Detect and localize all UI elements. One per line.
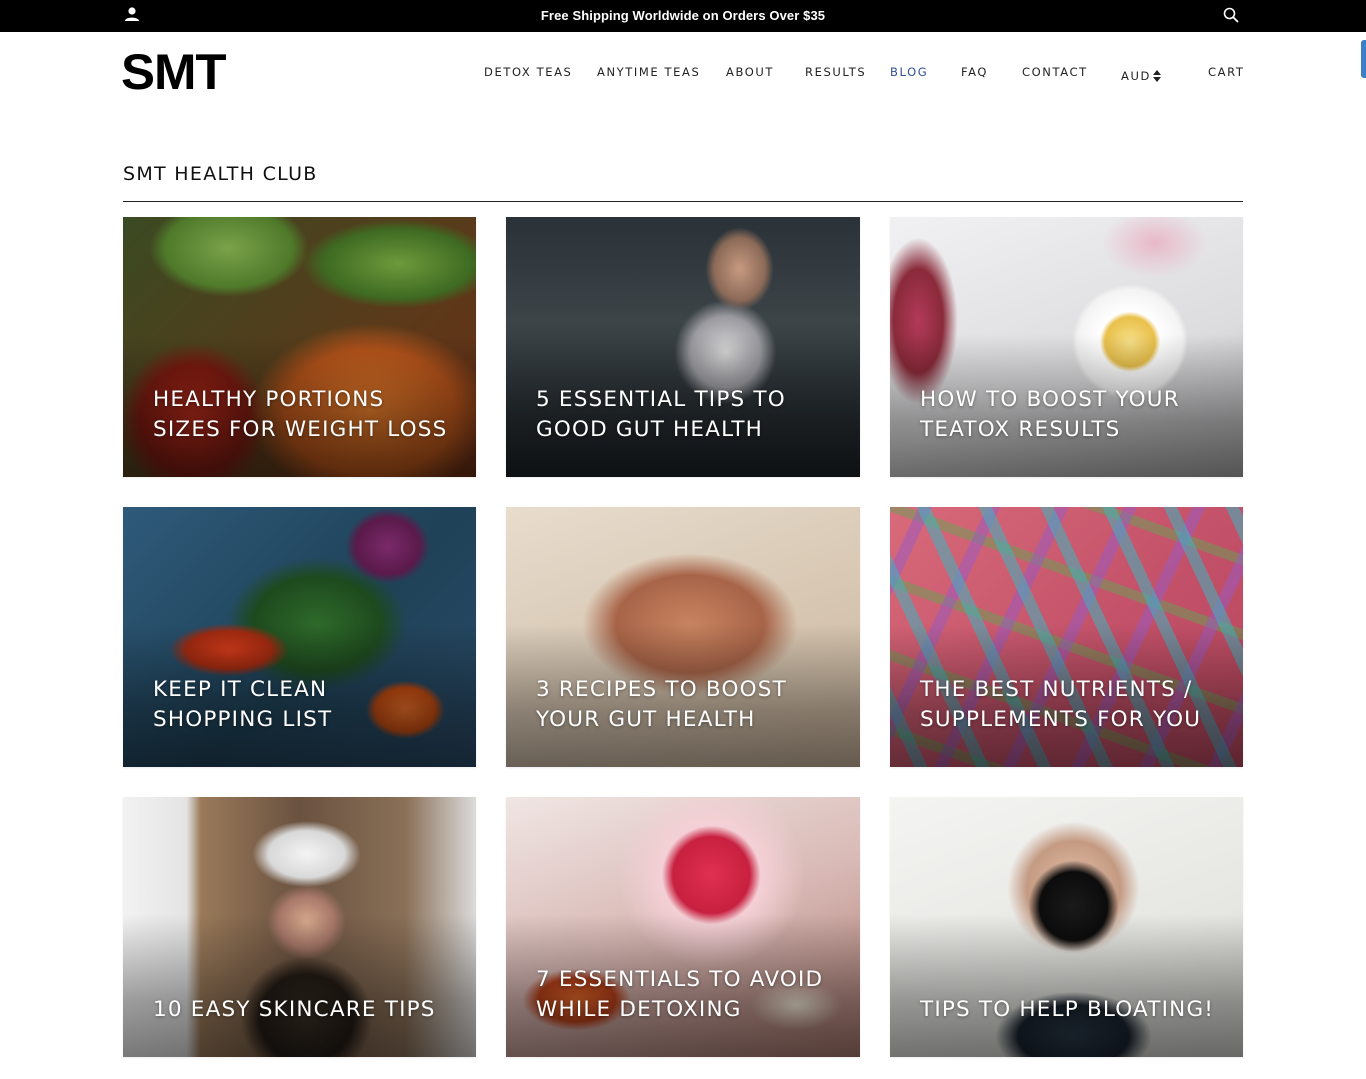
blog-card[interactable]: 3 RECIPES TO BOOST YOUR GUT HEALTH <box>506 507 860 767</box>
blog-card[interactable]: 7 ESSENTIALS TO AVOID WHILE DETOXING <box>506 797 860 1057</box>
title-divider <box>123 201 1243 202</box>
nav-cart[interactable]: CART <box>1208 65 1244 79</box>
nav-anytime-teas[interactable]: ANYTIME TEAS <box>597 65 700 79</box>
blog-card-title: 10 EASY SKINCARE TIPS <box>153 997 436 1022</box>
blog-card[interactable]: 5 ESSENTIAL TIPS TO GOOD GUT HEALTH <box>506 217 860 477</box>
blog-card-title: THE BEST NUTRIENTS / SUPPLEMENTS FOR YOU <box>920 677 1202 732</box>
blog-card[interactable]: KEEP IT CLEAN SHOPPING LIST <box>123 507 476 767</box>
sort-arrows-icon <box>1152 70 1161 82</box>
search-icon[interactable] <box>1222 6 1240 24</box>
blog-card-title: 7 ESSENTIALS TO AVOID WHILE DETOXING <box>536 967 824 1022</box>
page-title: SMT HEALTH CLUB <box>123 163 318 185</box>
blog-grid: HEALTHY PORTIONS SIZES FOR WEIGHT LOSS 5… <box>123 217 1243 1057</box>
nav-faq[interactable]: FAQ <box>961 65 988 79</box>
blog-card-title: HEALTHY PORTIONS SIZES FOR WEIGHT LOSS <box>153 387 448 442</box>
nav-about[interactable]: ABOUT <box>726 65 774 79</box>
blog-card-title: TIPS TO HELP BLOATING! <box>920 997 1215 1022</box>
main-nav: DETOX TEAS ANYTIME TEAS ABOUT RESULTS BL… <box>0 65 1366 83</box>
blog-card-title: KEEP IT CLEAN SHOPPING LIST <box>153 677 333 732</box>
card-overlay <box>123 914 476 1057</box>
currency-label: AUD <box>1121 69 1151 83</box>
currency-selector[interactable]: AUD <box>1121 67 1161 85</box>
blog-card-title: 5 ESSENTIAL TIPS TO GOOD GUT HEALTH <box>536 387 786 442</box>
announcement-text: Free Shipping Worldwide on Orders Over $… <box>540 8 826 23</box>
nav-blog[interactable]: BLOG <box>890 65 928 79</box>
card-overlay <box>890 914 1243 1057</box>
blog-card[interactable]: HEALTHY PORTIONS SIZES FOR WEIGHT LOSS <box>123 217 476 477</box>
blog-card[interactable]: THE BEST NUTRIENTS / SUPPLEMENTS FOR YOU <box>890 507 1243 767</box>
nav-results[interactable]: RESULTS <box>805 65 866 79</box>
nav-contact[interactable]: CONTACT <box>1022 65 1088 79</box>
blog-card[interactable]: 10 EASY SKINCARE TIPS <box>123 797 476 1057</box>
blog-card-title: 3 RECIPES TO BOOST YOUR GUT HEALTH <box>536 677 787 732</box>
blog-card[interactable]: TIPS TO HELP BLOATING! <box>890 797 1243 1057</box>
blog-card[interactable]: HOW TO BOOST YOUR TEATOX RESULTS <box>890 217 1243 477</box>
blog-card-title: HOW TO BOOST YOUR TEATOX RESULTS <box>920 387 1180 442</box>
announcement-bar: Free Shipping Worldwide on Orders Over $… <box>0 0 1366 32</box>
nav-detox-teas[interactable]: DETOX TEAS <box>484 65 572 79</box>
